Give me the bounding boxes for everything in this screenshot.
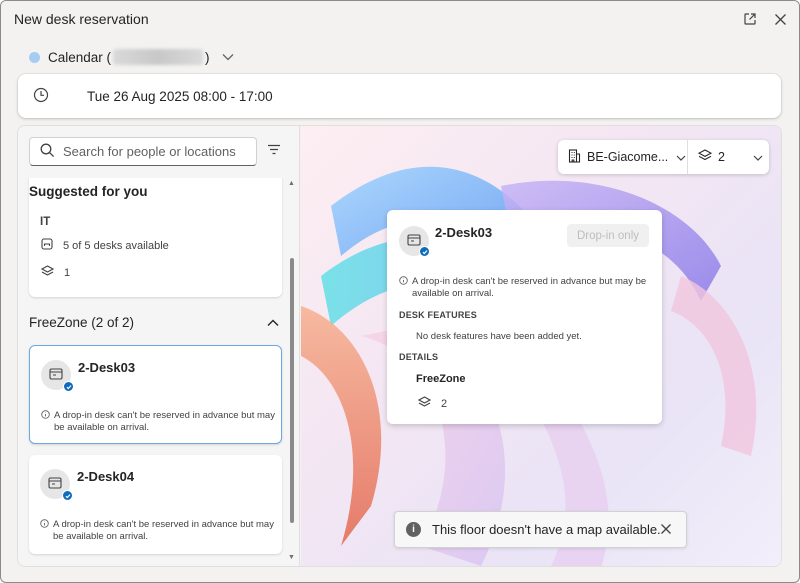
dropin-note: A drop-in desk can't be reserved in adva…	[40, 519, 275, 543]
desk-card-2-desk03[interactable]: 2-Desk03 A drop-in desk can't be reserve…	[29, 345, 282, 444]
dropin-note: A drop-in desk can't be reserved in adva…	[41, 410, 276, 434]
group-title: FreeZone (2 of 2)	[29, 315, 135, 330]
dropin-note-text: A drop-in desk can't be reserved in adva…	[54, 410, 275, 433]
no-map-toast: i This floor doesn't have a map availabl…	[394, 511, 687, 548]
chevron-down-icon[interactable]	[222, 50, 234, 64]
search-input[interactable]	[63, 144, 243, 159]
desk-icon	[48, 476, 62, 492]
desk-name: 2-Desk03	[78, 360, 136, 375]
scroll-down-arrow-icon[interactable]: ▼	[288, 554, 295, 561]
info-icon	[41, 410, 50, 434]
calendar-label-suffix: )	[205, 49, 210, 65]
chevron-up-icon[interactable]	[267, 316, 279, 330]
calendar-color-dot	[29, 51, 40, 63]
close-icon[interactable]	[660, 523, 672, 538]
floor-text: 1	[64, 266, 71, 279]
check-badge-icon	[419, 246, 430, 257]
title-bar: New desk reservation	[1, 1, 799, 37]
reservation-window: New desk reservation Calendar ( ) Tue 26…	[0, 0, 800, 583]
desk-detail-card: 2-Desk03 Drop-in only A drop-in desk can…	[387, 210, 662, 424]
layers-icon	[697, 149, 713, 165]
detail-floor-row: 2	[417, 396, 448, 411]
floor-number: 2	[718, 150, 725, 164]
detail-desk-name: 2-Desk03	[435, 225, 493, 240]
desks-available-row: 5 of 5 desks available	[41, 238, 169, 253]
check-badge-icon	[62, 490, 73, 501]
calendar-label: Calendar ( )	[48, 49, 210, 65]
building-icon	[568, 148, 581, 166]
popout-icon[interactable]	[741, 10, 759, 28]
calendar-owner-redacted	[113, 49, 204, 65]
info-icon	[40, 519, 49, 543]
desk-icon	[49, 367, 63, 383]
building-name: BE-Giacome...	[587, 150, 669, 164]
detail-note-text: A drop-in desk can't be reserved in adva…	[412, 276, 647, 299]
dropin-only-button[interactable]: Drop-in only	[567, 224, 649, 247]
toast-message: This floor doesn't have a map available.	[432, 522, 661, 537]
group-header-freezone[interactable]: FreeZone (2 of 2)	[29, 315, 279, 330]
detail-dropin-note: A drop-in desk can't be reserved in adva…	[399, 276, 649, 300]
detail-floor-text: 2	[441, 397, 448, 410]
filter-icon[interactable]	[267, 144, 281, 158]
desk-features-heading: DESK FEATURES	[399, 310, 477, 320]
desk-icon	[41, 238, 53, 253]
building-dropdown[interactable]: BE-Giacome...	[558, 140, 688, 174]
desk-card-2-desk04[interactable]: 2-Desk04 A drop-in desk can't be reserve…	[29, 455, 282, 554]
desk-features-text: No desk features have been added yet.	[416, 331, 582, 342]
calendar-label-prefix: Calendar (	[48, 49, 112, 65]
calendar-selector[interactable]: Calendar ( )	[29, 45, 234, 69]
results-scrollbar[interactable]: ▲ ▼	[287, 178, 297, 566]
desk-icon	[407, 233, 421, 249]
info-icon	[399, 276, 408, 300]
results-pane: Suggested for you IT 5 of 5 desks availa…	[18, 126, 300, 566]
suggested-heading: Suggested for you	[29, 184, 148, 199]
suggested-department: IT	[40, 216, 51, 228]
layers-icon	[417, 396, 432, 411]
desks-available-text: 5 of 5 desks available	[63, 239, 169, 252]
scroll-up-arrow-icon[interactable]: ▲	[288, 180, 295, 187]
detail-zone: FreeZone	[416, 373, 466, 385]
floor-row: 1	[40, 265, 71, 280]
chevron-down-icon	[676, 150, 686, 164]
close-icon[interactable]	[771, 10, 789, 28]
suggested-card[interactable]: Suggested for you IT 5 of 5 desks availa…	[29, 178, 282, 297]
details-heading: DETAILS	[399, 352, 439, 362]
window-title: New desk reservation	[14, 11, 149, 27]
search-box[interactable]	[29, 137, 257, 166]
date-time-field[interactable]: Tue 26 Aug 2025 08:00 - 17:00	[18, 74, 781, 118]
date-time-text: Tue 26 Aug 2025 08:00 - 17:00	[87, 89, 273, 104]
search-icon	[40, 143, 55, 161]
chevron-down-icon	[753, 150, 763, 164]
clock-icon	[33, 87, 49, 106]
info-icon: i	[406, 522, 421, 537]
desk-name: 2-Desk04	[77, 469, 135, 484]
layers-icon	[40, 265, 55, 280]
check-badge-icon	[63, 381, 74, 392]
dropin-note-text: A drop-in desk can't be reserved in adva…	[53, 519, 274, 542]
floor-dropdown[interactable]: 2	[688, 140, 769, 174]
map-location-selector: BE-Giacome... 2	[558, 140, 769, 174]
results-list[interactable]: Suggested for you IT 5 of 5 desks availa…	[18, 178, 300, 566]
scrollbar-thumb[interactable]	[290, 258, 294, 523]
